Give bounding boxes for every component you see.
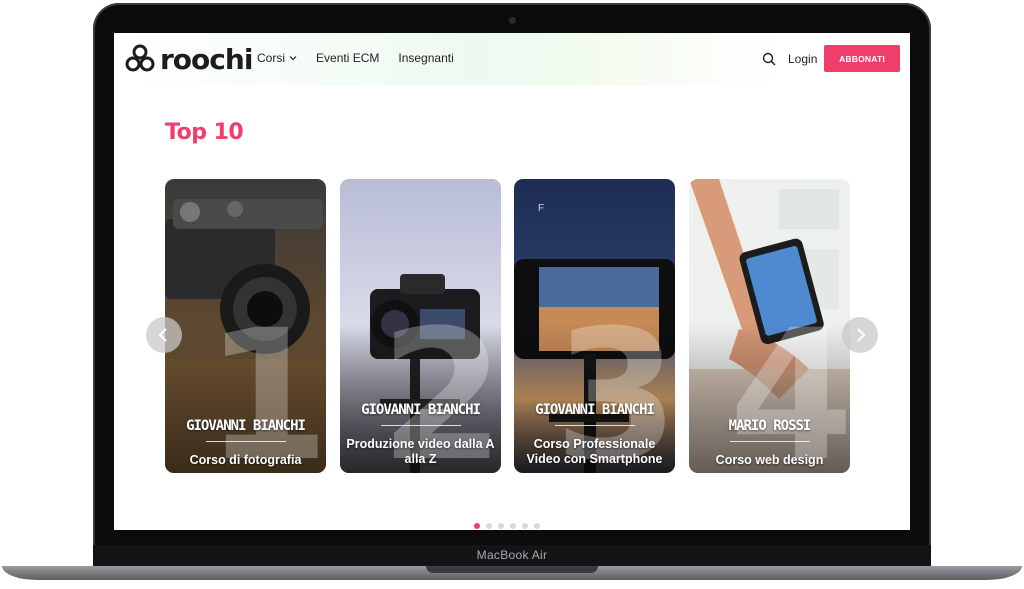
- nav-item-label: Corsi: [257, 51, 286, 65]
- logo-text: roochi: [160, 42, 253, 76]
- login-link[interactable]: Login: [788, 52, 817, 66]
- nav-item-label: Eventi ECM: [316, 51, 380, 65]
- card-author: GIOVANNI BIANCHI: [361, 402, 481, 418]
- card-author: GIOVANNI BIANCHI: [535, 402, 655, 418]
- card-divider: [729, 441, 810, 442]
- site-header: roochi Corsi Eventi ECM Insegnanti Login…: [114, 33, 910, 85]
- camera-icon: [509, 17, 516, 24]
- course-card-2[interactable]: 2 GIOVANNI BIANCHI Produzione video dall…: [340, 179, 501, 473]
- carousel-dot[interactable]: [498, 523, 504, 529]
- carousel-prev-button[interactable]: [146, 317, 182, 353]
- carousel-dot[interactable]: [510, 523, 516, 529]
- nav-item-label: Insegnanti: [398, 51, 454, 65]
- main-nav: Corsi Eventi ECM Insegnanti: [257, 51, 473, 65]
- carousel-dot[interactable]: [522, 523, 528, 529]
- subscribe-button[interactable]: ABBONATI: [824, 45, 900, 72]
- logo-icon: [125, 44, 155, 72]
- carousel-pagination: [474, 523, 540, 529]
- chevron-down-icon: [289, 56, 297, 61]
- card-divider: [554, 425, 635, 426]
- browser-screen: roochi Corsi Eventi ECM Insegnanti Login…: [114, 33, 910, 530]
- card-course-title: Corso web design: [715, 453, 824, 467]
- chevron-left-icon: [158, 328, 167, 342]
- site-logo[interactable]: roochi: [124, 42, 253, 76]
- laptop-notch: [426, 566, 598, 573]
- card-divider: [205, 441, 286, 442]
- card-course-title: Corso Professionale Video con Smartphone: [526, 437, 663, 466]
- carousel-next-button[interactable]: [842, 317, 878, 353]
- nav-item-insegnanti[interactable]: Insegnanti: [398, 51, 453, 65]
- rank-number: 4: [728, 292, 850, 474]
- section-title: Top 10: [165, 120, 244, 145]
- course-card-1[interactable]: 1 GIOVANNI BIANCHI Corso di fotografia: [165, 179, 326, 473]
- card-course-title: Corso di fotografia: [189, 453, 302, 467]
- course-card-3[interactable]: F 3 GIOVANNI BIANCHI Corso Professionale…: [514, 179, 675, 473]
- card-author: MARIO ROSSI: [728, 418, 812, 434]
- card-author: GIOVANNI BIANCHI: [186, 418, 306, 434]
- carousel-dot[interactable]: [534, 523, 540, 529]
- carousel-dot[interactable]: [486, 523, 492, 529]
- carousel-dot[interactable]: [474, 523, 480, 529]
- card-course-title: Produzione video dalla A alla Z: [346, 437, 495, 466]
- nav-item-eventi-ecm[interactable]: Eventi ECM: [316, 51, 379, 65]
- nav-item-corsi[interactable]: Corsi: [257, 51, 297, 65]
- laptop-chin: MacBook Air: [93, 545, 931, 567]
- chevron-right-icon: [857, 328, 866, 342]
- card-badge: F: [538, 203, 545, 214]
- rank-number: 1: [204, 292, 326, 474]
- search-icon[interactable]: [762, 52, 776, 66]
- device-label: MacBook Air: [476, 548, 548, 562]
- card-divider: [380, 425, 461, 426]
- course-card-4[interactable]: 4 MARIO ROSSI Corso web design: [689, 179, 850, 473]
